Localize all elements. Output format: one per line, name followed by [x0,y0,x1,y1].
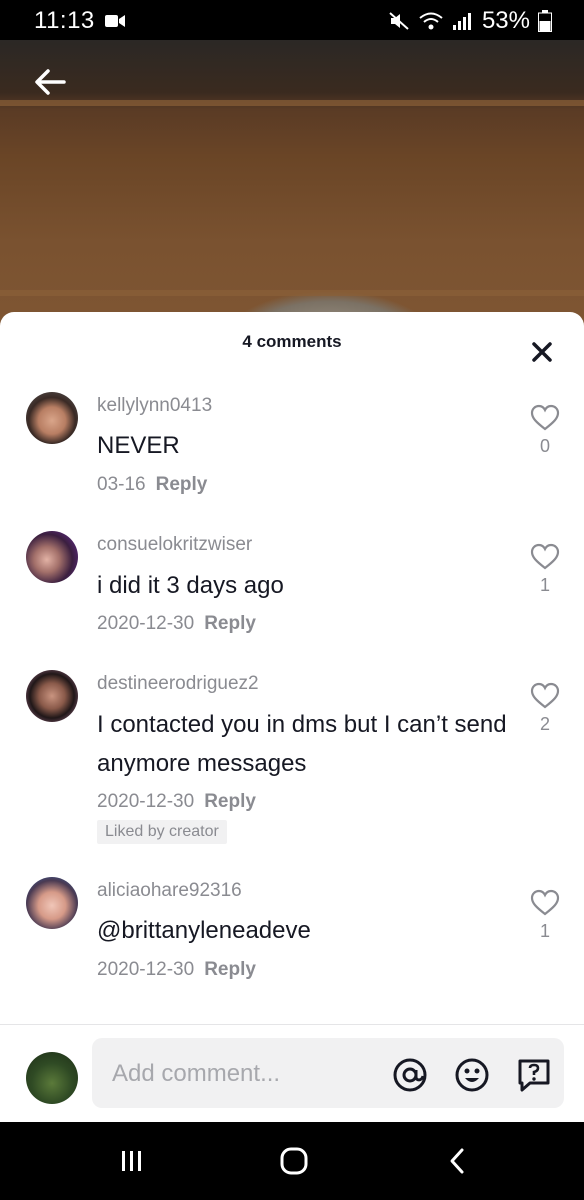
comment-text: @brittanyleneadeve [97,917,311,944]
wood-trim [0,290,584,296]
composer-divider [0,1024,584,1025]
comment-meta: 2020-12-30 Reply [97,613,256,635]
nav-back-icon[interactable] [440,1146,476,1176]
reply-button[interactable]: Reply [204,791,256,812]
my-avatar[interactable] [26,1052,78,1104]
battery-percent: 53% [481,7,530,34]
comment-text: NEVER [97,432,180,459]
battery-icon [538,10,552,32]
comment-username[interactable]: destineerodriguez2 [97,673,259,695]
like-count: 0 [539,436,550,456]
comment-username[interactable]: consuelokritzwiser [97,534,252,556]
home-icon[interactable] [276,1146,312,1176]
reply-button[interactable]: Reply [204,613,256,634]
back-arrow-icon[interactable] [30,62,70,102]
comment-meta: 03-16 Reply [97,474,207,496]
reply-button[interactable]: Reply [156,474,208,495]
comments-sheet: 4 comments kellylynn0413 NEVER 03-16 Repl… [0,312,584,1122]
heart-icon[interactable] [530,404,560,432]
comment-username[interactable]: aliciaohare92316 [97,880,242,902]
at-icon[interactable] [392,1057,428,1093]
heart-icon[interactable] [530,682,560,710]
avatar[interactable] [26,392,78,444]
wood-trim [0,100,584,106]
wifi-icon [419,12,443,30]
heart-icon[interactable] [530,543,560,571]
avatar[interactable] [26,670,78,722]
video-record-icon [105,15,125,27]
comment-meta: 2020-12-30 Reply [97,791,256,813]
comment-count: 4 comments [242,332,342,351]
comment-meta: 2020-12-30 Reply [97,959,256,981]
comment-date: 2020-12-30 [97,613,195,634]
mute-icon [389,12,409,30]
liked-by-creator-badge: Liked by creator [97,820,227,844]
emoji-icon[interactable] [454,1057,490,1093]
comment-text: I contacted you in dms but I can’t send … [97,711,507,777]
status-indicators: 53% [388,7,552,35]
recents-icon[interactable] [114,1146,150,1176]
like-count: 1 [539,575,550,595]
reply-button[interactable]: Reply [204,959,256,980]
comment-date: 03-16 [97,474,146,495]
like-count: 2 [539,714,550,734]
system-nav-bar [0,1122,584,1200]
signal-icon [452,13,471,30]
comment-date: 2020-12-30 [97,791,195,812]
avatar[interactable] [26,877,78,929]
comment-username[interactable]: kellylynn0413 [97,395,212,417]
video-background [0,40,584,330]
comment-input-box[interactable] [92,1038,564,1108]
close-icon[interactable] [530,340,554,364]
comment-date: 2020-12-30 [97,959,195,980]
heart-icon[interactable] [530,889,560,917]
comment-input[interactable] [110,1056,374,1092]
like-count: 1 [539,921,550,941]
status-bar: 11:13 53% [0,0,584,40]
comment-text: i did it 3 days ago [97,572,284,599]
avatar[interactable] [26,531,78,583]
status-time: 11:13 [34,7,95,34]
question-icon[interactable] [516,1057,552,1093]
